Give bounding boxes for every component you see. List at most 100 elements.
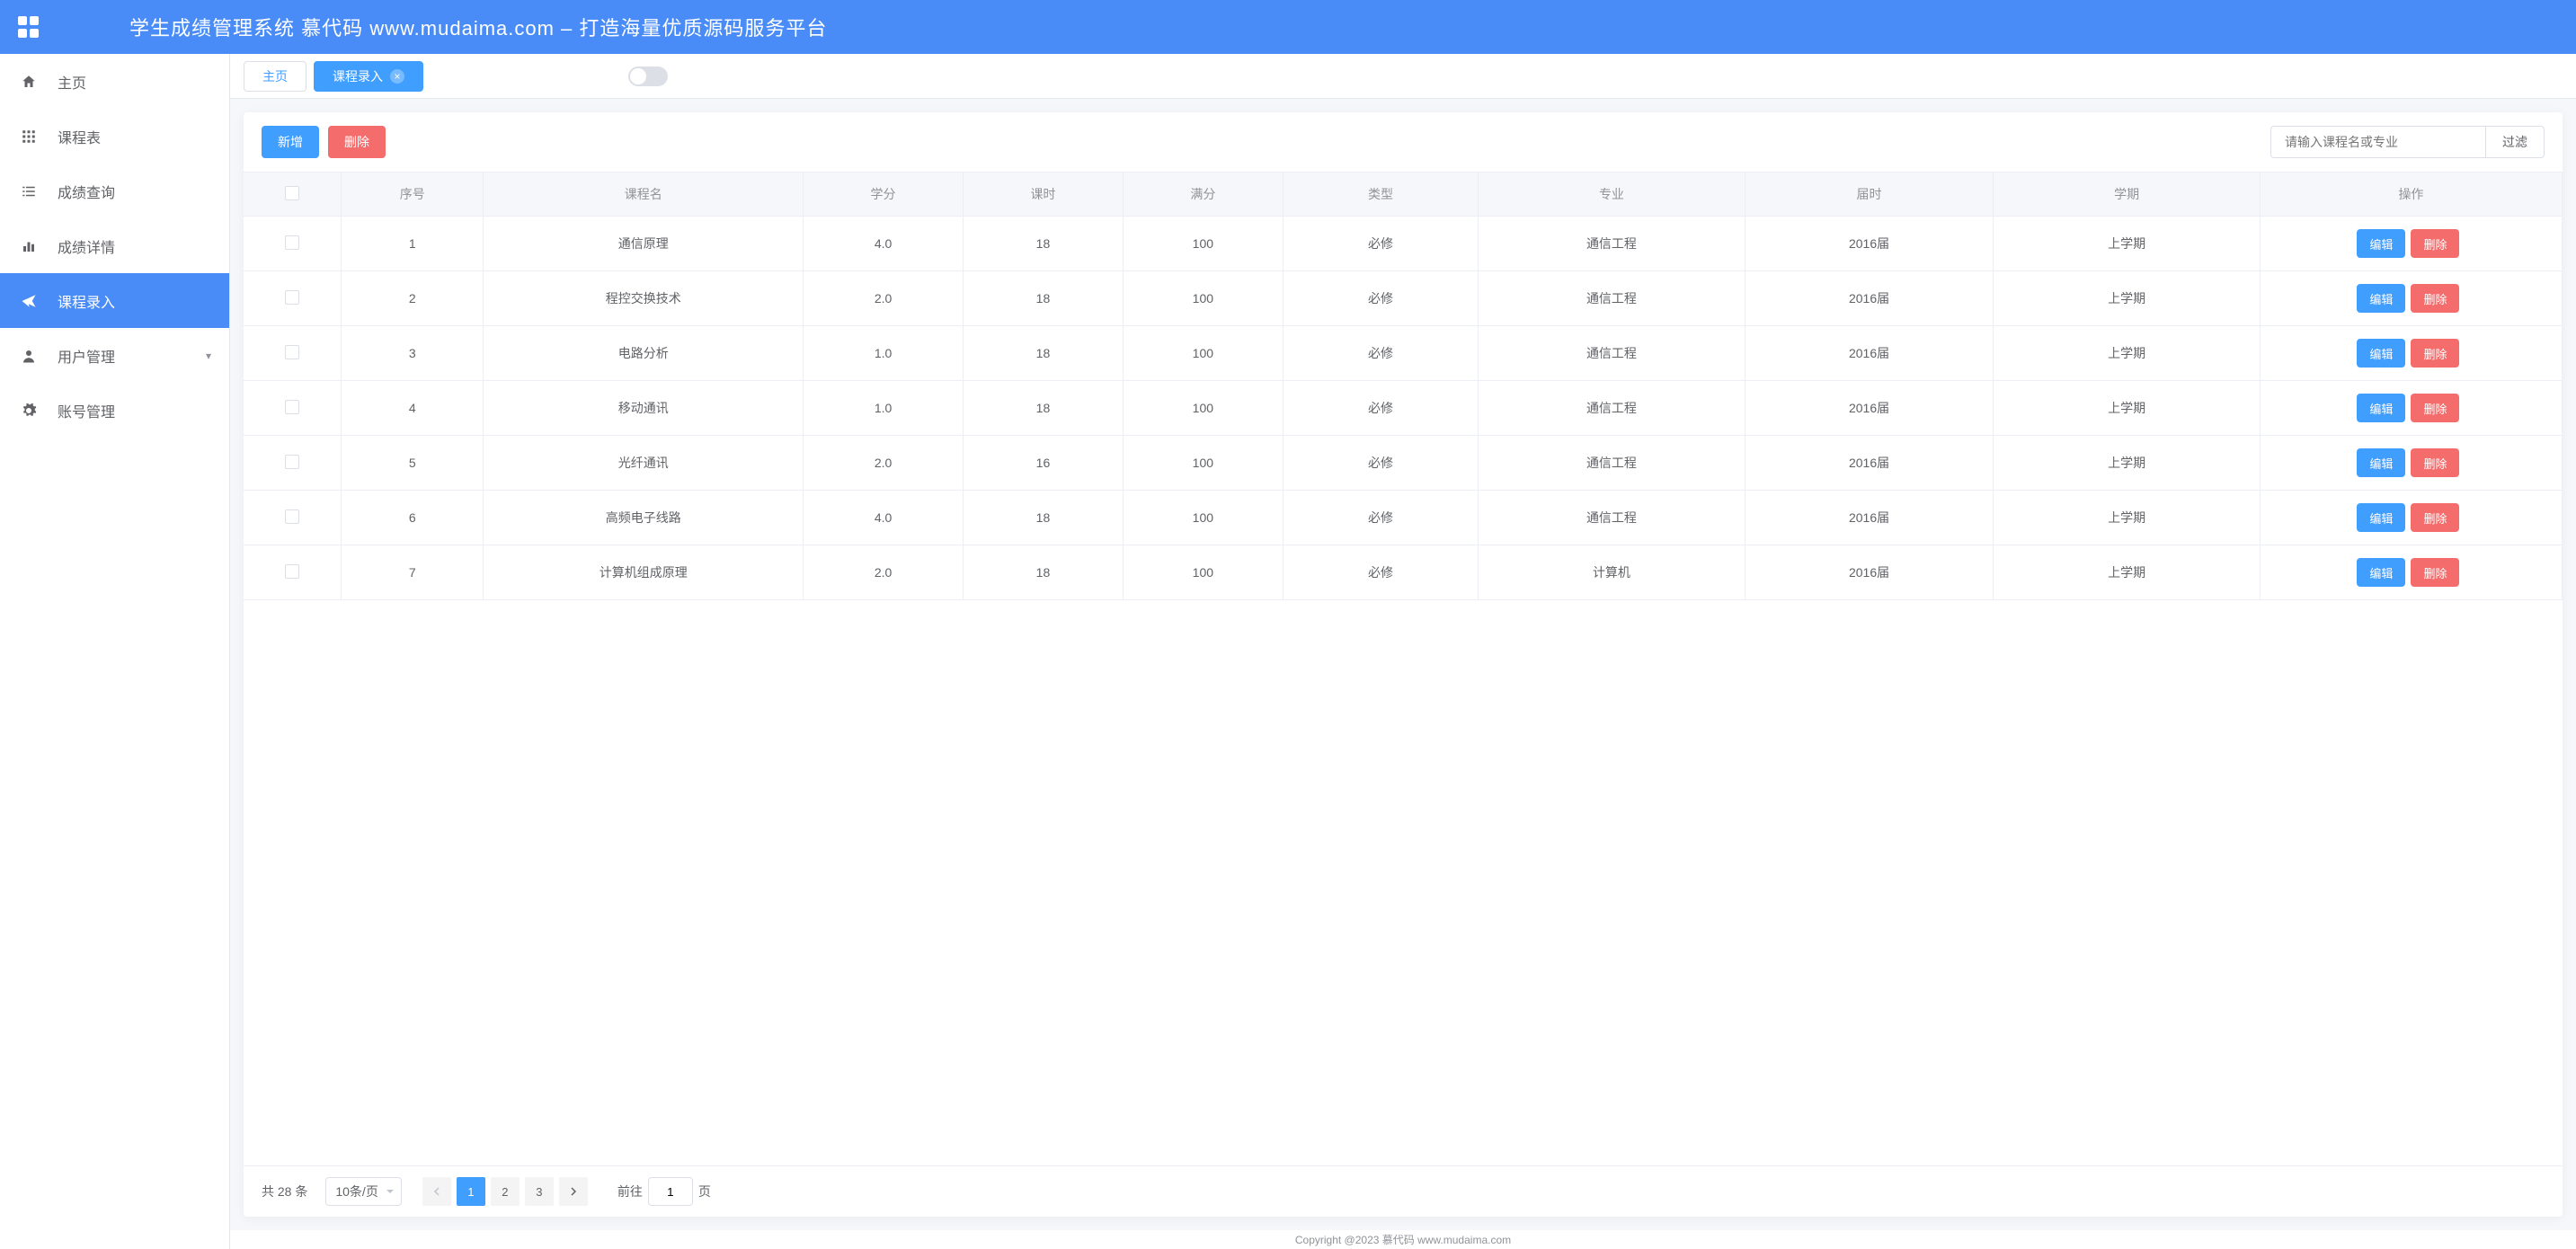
tab-home[interactable]: 主页 [244, 61, 306, 92]
tab-course-entry[interactable]: 课程录入 × [314, 61, 423, 92]
cell-full: 100 [1123, 436, 1283, 491]
column-header: 学期 [1994, 173, 2260, 217]
cell-hours: 18 [964, 326, 1124, 381]
delete-row-button[interactable]: 删除 [2411, 229, 2459, 258]
table-row: 3 电路分析 1.0 18 100 必修 通信工程 2016届 上学期 编辑删除 [244, 326, 2563, 381]
cell-index: 4 [342, 381, 484, 436]
cell-index: 7 [342, 545, 484, 600]
cell-index: 3 [342, 326, 484, 381]
cell-term: 上学期 [1994, 271, 2260, 326]
sidebar-item-label: 成绩详情 [58, 235, 211, 257]
prev-page-button[interactable] [422, 1177, 451, 1206]
theme-toggle[interactable] [628, 66, 668, 86]
course-table: 序号课程名学分课时满分类型专业届时学期操作 1 通信原理 4.0 18 100 … [244, 173, 2563, 600]
filter-button[interactable]: 过滤 [2486, 126, 2545, 158]
edit-button[interactable]: 编辑 [2357, 558, 2405, 587]
edit-button[interactable]: 编辑 [2357, 394, 2405, 422]
row-checkbox[interactable] [285, 400, 299, 414]
cell-name: 通信原理 [484, 217, 804, 271]
cell-index: 2 [342, 271, 484, 326]
next-page-button[interactable] [559, 1177, 588, 1206]
column-header: 序号 [342, 173, 484, 217]
table-row: 5 光纤通讯 2.0 16 100 必修 通信工程 2016届 上学期 编辑删除 [244, 436, 2563, 491]
list-icon [18, 183, 40, 199]
edit-button[interactable]: 编辑 [2357, 284, 2405, 313]
cell-name: 计算机组成原理 [484, 545, 804, 600]
sidebar-item-gear[interactable]: 账号管理 [0, 383, 229, 438]
column-header: 课程名 [484, 173, 804, 217]
cell-credit: 2.0 [804, 436, 964, 491]
select-all-checkbox[interactable] [285, 186, 299, 200]
cell-type: 必修 [1283, 217, 1478, 271]
cell-year: 2016届 [1745, 271, 1994, 326]
cell-hours: 18 [964, 271, 1124, 326]
column-header: 类型 [1283, 173, 1478, 217]
column-header: 满分 [1123, 173, 1283, 217]
cell-index: 6 [342, 491, 484, 545]
row-checkbox[interactable] [285, 235, 299, 250]
footer: Copyright @2023 慕代码 www.mudaima.com [230, 1230, 2576, 1249]
row-checkbox[interactable] [285, 290, 299, 305]
column-header: 操作 [2260, 173, 2562, 217]
page-button[interactable]: 1 [457, 1177, 485, 1206]
tab-label: 课程录入 [333, 62, 383, 91]
table-row: 4 移动通讯 1.0 18 100 必修 通信工程 2016届 上学期 编辑删除 [244, 381, 2563, 436]
sidebar-item-label: 主页 [58, 71, 211, 93]
sidebar-item-send[interactable]: 课程录入 [0, 273, 229, 328]
delete-row-button[interactable]: 删除 [2411, 394, 2459, 422]
sidebar-item-home[interactable]: 主页 [0, 54, 229, 109]
row-checkbox[interactable] [285, 564, 299, 579]
sidebar-item-user[interactable]: 用户管理▾ [0, 328, 229, 383]
cell-type: 必修 [1283, 436, 1478, 491]
delete-row-button[interactable]: 删除 [2411, 558, 2459, 587]
table-row: 2 程控交换技术 2.0 18 100 必修 通信工程 2016届 上学期 编辑… [244, 271, 2563, 326]
edit-button[interactable]: 编辑 [2357, 229, 2405, 258]
column-header: 学分 [804, 173, 964, 217]
delete-row-button[interactable]: 删除 [2411, 503, 2459, 532]
edit-button[interactable]: 编辑 [2357, 503, 2405, 532]
sidebar-item-label: 用户管理 [58, 345, 206, 367]
add-button[interactable]: 新增 [262, 126, 319, 158]
row-checkbox[interactable] [285, 455, 299, 469]
close-icon[interactable]: × [390, 69, 404, 84]
sidebar-item-chart[interactable]: 成绩详情 [0, 218, 229, 273]
page-button[interactable]: 3 [525, 1177, 554, 1206]
cell-term: 上学期 [1994, 381, 2260, 436]
cell-name: 程控交换技术 [484, 271, 804, 326]
chevron-down-icon: ▾ [206, 350, 211, 362]
cell-term: 上学期 [1994, 436, 2260, 491]
delete-row-button[interactable]: 删除 [2411, 284, 2459, 313]
home-icon [18, 74, 40, 90]
sidebar-item-list[interactable]: 成绩查询 [0, 164, 229, 218]
sidebar-item-grid[interactable]: 课程表 [0, 109, 229, 164]
page-size-select[interactable]: 10条/页 [325, 1177, 401, 1206]
cell-year: 2016届 [1745, 436, 1994, 491]
jump-prefix: 前往 [617, 1183, 643, 1200]
cell-major: 通信工程 [1479, 436, 1745, 491]
sidebar-item-label: 成绩查询 [58, 181, 211, 202]
tabs-bar: 主页 课程录入 × [230, 54, 2576, 99]
edit-button[interactable]: 编辑 [2357, 448, 2405, 477]
cell-major: 通信工程 [1479, 491, 1745, 545]
cell-type: 必修 [1283, 381, 1478, 436]
jump-suffix: 页 [698, 1183, 711, 1200]
page-button[interactable]: 2 [491, 1177, 520, 1206]
cell-credit: 1.0 [804, 326, 964, 381]
cell-term: 上学期 [1994, 217, 2260, 271]
jump-input[interactable] [648, 1177, 693, 1206]
cell-hours: 16 [964, 436, 1124, 491]
delete-row-button[interactable]: 删除 [2411, 339, 2459, 368]
edit-button[interactable]: 编辑 [2357, 339, 2405, 368]
row-checkbox[interactable] [285, 345, 299, 359]
page-jumper: 前往 页 [617, 1177, 711, 1206]
search-input[interactable] [2270, 126, 2486, 158]
cell-year: 2016届 [1745, 545, 1994, 600]
delete-row-button[interactable]: 删除 [2411, 448, 2459, 477]
row-checkbox[interactable] [285, 509, 299, 524]
column-header: 专业 [1479, 173, 1745, 217]
table-row: 1 通信原理 4.0 18 100 必修 通信工程 2016届 上学期 编辑删除 [244, 217, 2563, 271]
cell-major: 通信工程 [1479, 326, 1745, 381]
delete-button[interactable]: 删除 [328, 126, 386, 158]
cell-full: 100 [1123, 381, 1283, 436]
cell-year: 2016届 [1745, 326, 1994, 381]
